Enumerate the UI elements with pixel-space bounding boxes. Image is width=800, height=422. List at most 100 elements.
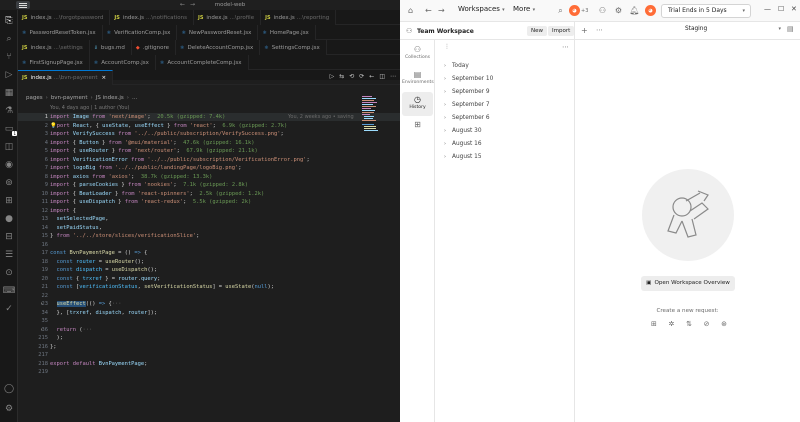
- fold-chevron-icon[interactable]: ›: [40, 300, 43, 308]
- code-line[interactable]: 21 const [verificationStatus, setVerific…: [18, 283, 400, 291]
- rail-item[interactable]: ⚇ Collections: [402, 42, 433, 66]
- editor-tab[interactable]: JS index.js ...\bvn-payment ×: [18, 70, 114, 85]
- code-line[interactable]: 14 setPaidStatus,: [18, 224, 400, 232]
- code-line[interactable]: 13 setSelectedPage,: [18, 215, 400, 223]
- code-line[interactable]: 4 import { Button } from '@mui/material';…: [18, 139, 400, 147]
- tree-icon[interactable]: ⊟: [2, 230, 16, 244]
- more-menu[interactable]: More ▾: [513, 5, 535, 13]
- workspaces-menu[interactable]: Workspaces ▾: [458, 5, 505, 13]
- editor-tab[interactable]: JS index.js ...\forgotpassword: [18, 10, 111, 25]
- history-group[interactable]: › August 15: [444, 151, 482, 163]
- history-group[interactable]: › September 9: [444, 86, 490, 98]
- code-line[interactable]: 15} from '../../store/slices/verificatio…: [18, 232, 400, 240]
- code-line[interactable]: 217: [18, 351, 400, 359]
- gitlens-icon[interactable]: ⊚: [2, 176, 16, 190]
- run-debug-icon[interactable]: ▷: [2, 68, 16, 82]
- http-request-icon[interactable]: ⊞: [651, 320, 657, 328]
- editor-tab[interactable]: ⚛ HomePage.jsx: [258, 25, 316, 40]
- history-group[interactable]: › September 6: [444, 112, 490, 124]
- breadcrumb-item[interactable]: JS index.js: [96, 95, 124, 101]
- docker-icon[interactable]: ◫: [2, 140, 16, 154]
- editor-tab[interactable]: ⚛ AccountCompleteComp.jsx: [155, 55, 249, 70]
- terminal-icon[interactable]: ⌨: [2, 284, 16, 298]
- code-line[interactable]: 6 import VerificationError from '../../pu…: [18, 156, 400, 164]
- code-line[interactable]: 19 const dispatch = useDispatch();: [18, 266, 400, 274]
- editor-tab[interactable]: ⚛ VerificationComp.jsx: [102, 25, 178, 40]
- rail-item[interactable]: ◷ History: [402, 92, 433, 116]
- thunder-icon[interactable]: ☰: [2, 248, 16, 262]
- code-line[interactable]: 219: [18, 368, 400, 376]
- rail-item[interactable]: ⊞: [402, 117, 433, 141]
- tab-options-icon[interactable]: ⋯: [596, 26, 603, 34]
- go-back-icon[interactable]: ←: [369, 73, 374, 80]
- close-tab-icon[interactable]: ×: [102, 75, 107, 81]
- settings-icon[interactable]: ⚙: [613, 5, 624, 16]
- github-icon[interactable]: ●: [2, 212, 16, 226]
- code-line[interactable]: 35: [18, 317, 400, 325]
- fold-chevron-icon[interactable]: ›: [40, 326, 43, 334]
- code-line[interactable]: 8 import axios from 'axios'; 38.7k (gzipp…: [18, 173, 400, 181]
- code-line[interactable]: 7 import logoBig from '../../public/landi…: [18, 164, 400, 172]
- rail-item[interactable]: ▤ Environments: [402, 67, 434, 91]
- settings-gear-icon[interactable]: ⚙: [2, 402, 16, 416]
- home-icon[interactable]: ⌂: [408, 6, 413, 15]
- maximize-icon[interactable]: ☐: [778, 5, 784, 13]
- explorer-icon[interactable]: ⎘: [2, 14, 16, 28]
- import-button[interactable]: Import: [548, 26, 575, 36]
- editor-tab[interactable]: JS index.js ...\profile: [193, 10, 262, 25]
- split-editor-icon[interactable]: ◫: [379, 73, 385, 80]
- editor-tab[interactable]: ◆ .gitignore: [131, 40, 177, 55]
- code-line[interactable]: 5 import { useRouter } from 'next/router'…: [18, 147, 400, 155]
- editor-tab[interactable]: JS index.js ...\notifications: [110, 10, 194, 25]
- avatar[interactable]: ◕: [569, 5, 580, 16]
- code-line[interactable]: 23 › useEffect(() => {···: [18, 300, 400, 308]
- next-change-icon[interactable]: ⟳: [359, 73, 364, 80]
- minimap[interactable]: [362, 96, 380, 136]
- back-icon[interactable]: ←: [180, 1, 185, 8]
- git-history-icon[interactable]: ◉: [2, 158, 16, 172]
- search-icon[interactable]: ⌕: [2, 32, 16, 46]
- code-line[interactable]: 34 }, [trxref, dispatch, router]);: [18, 309, 400, 317]
- code-line[interactable]: 9 import { parseCookies } from 'nookies';…: [18, 181, 400, 189]
- code-line[interactable]: 22: [18, 292, 400, 300]
- editor-tab[interactable]: ⇓ bugs.md: [89, 40, 132, 55]
- editor-tab[interactable]: ⚛ AccountComp.jsx: [89, 55, 156, 70]
- code-line[interactable]: 2 💡port React, { useState, useEffect } fr…: [18, 122, 400, 130]
- trial-button[interactable]: Trial Ends in 5 Days ▾: [661, 4, 751, 18]
- environment-quick-look-icon[interactable]: ▤: [787, 25, 794, 33]
- more-options-icon[interactable]: ⋯: [562, 43, 569, 51]
- database-icon[interactable]: ⊞: [2, 194, 16, 208]
- history-group[interactable]: › August 16: [444, 138, 482, 150]
- previous-change-icon[interactable]: ⟲: [349, 73, 354, 80]
- back-icon[interactable]: ←: [425, 6, 432, 15]
- code-line[interactable]: 215 );: [18, 334, 400, 342]
- history-group[interactable]: › August 30: [444, 125, 482, 137]
- workspace-name[interactable]: Team Workspace: [417, 28, 474, 35]
- close-icon[interactable]: ✕: [791, 5, 797, 13]
- menu-icon[interactable]: [16, 1, 30, 9]
- socketio-request-icon[interactable]: ⊛: [721, 320, 727, 328]
- breadcrumb-item[interactable]: bvn-payment: [51, 95, 88, 101]
- account-icon[interactable]: ◯: [2, 382, 16, 396]
- editor-tab[interactable]: ⚛ SettingsComp.jsx: [260, 40, 327, 55]
- history-group[interactable]: › September 7: [444, 99, 490, 111]
- extensions-icon[interactable]: ▦: [2, 86, 16, 100]
- code-line[interactable]: 1 import Image from 'next/image'; 20.5k (…: [18, 113, 400, 121]
- new-tab-icon[interactable]: +: [581, 26, 588, 35]
- editor-tab[interactable]: ⚛ DeleteAccountComp.jsx: [176, 40, 261, 55]
- code-line[interactable]: 3 import VerifySuccess from '../../public…: [18, 130, 400, 138]
- graphql-request-icon[interactable]: ✲: [669, 320, 675, 328]
- code-editor[interactable]: You, 4 days ago | 1 author (You) 1 import …: [18, 103, 400, 422]
- invite-icon[interactable]: ⚇: [597, 5, 608, 16]
- editor-tab[interactable]: JS index.js ...\settings: [18, 40, 90, 55]
- history-group[interactable]: › September 10: [444, 73, 493, 85]
- editor-tab[interactable]: ⚛ NewPasswordReset.jsx: [177, 25, 259, 40]
- check-icon[interactable]: ✓: [2, 302, 16, 316]
- code-line[interactable]: 218 export default BvnPaymentPage;: [18, 360, 400, 368]
- editor-tab[interactable]: JS index.js ...\reporting: [261, 10, 337, 25]
- profile-avatar[interactable]: ◕: [645, 5, 656, 16]
- more-actions-icon[interactable]: ⋯: [390, 73, 396, 80]
- compare-icon[interactable]: ⇆: [339, 73, 344, 80]
- code-line[interactable]: 216};: [18, 343, 400, 351]
- editor-tab[interactable]: ⚛ FirstSignupPage.jsx: [18, 55, 90, 70]
